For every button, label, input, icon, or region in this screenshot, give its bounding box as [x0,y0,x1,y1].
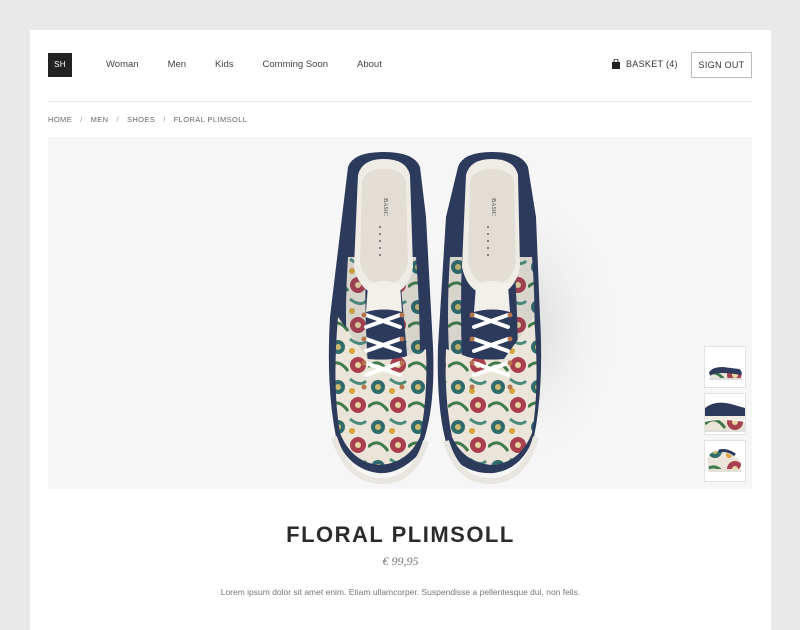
page-card: SH Woman Men Kids Comming Soon About BAS… [30,30,771,630]
basket-link[interactable]: BASKET (4) [611,59,678,69]
breadcrumb: HOME / MEN / SHOES / FLORAL PLIMSOLL [48,115,247,124]
breadcrumb-separator: / [163,115,166,124]
nav-item-men[interactable]: Men [168,59,186,70]
thumbnail-3[interactable] [704,440,746,482]
thumbnail-1[interactable] [704,346,746,388]
thumbnail-strip [704,346,746,487]
breadcrumb-current: FLORAL PLIMSOLL [173,115,248,124]
product-description: Lorem ipsum dolor sit amet enim. Etiam u… [220,587,581,597]
nav-item-coming-soon[interactable]: Comming Soon [263,59,328,70]
svg-text:BASIC: BASIC [382,198,388,216]
sign-out-button[interactable]: SIGN OUT [691,52,752,78]
product-image: BASIC BASIC [328,152,628,485]
nav-item-woman[interactable]: Woman [106,59,139,70]
nav-item-about[interactable]: About [357,59,382,70]
main-nav: Woman Men Kids Comming Soon About [106,59,411,70]
left-shoe: BASIC [328,152,434,485]
svg-text:BASIC: BASIC [490,198,496,216]
logo[interactable]: SH [48,53,72,77]
breadcrumb-home[interactable]: HOME [48,115,72,124]
header-divider [48,101,752,102]
breadcrumb-men[interactable]: MEN [91,115,109,124]
nav-item-kids[interactable]: Kids [215,59,233,70]
basket-label: BASKET (4) [626,59,678,69]
product-price: € 99,95 [382,554,419,568]
product-title: FLORAL PLIMSOLL [286,522,515,547]
shopping-bag-icon [611,59,621,69]
right-shoe: BASIC [437,152,542,485]
product-hero: BASIC BASIC [48,137,752,489]
breadcrumb-separator: / [116,115,119,124]
breadcrumb-shoes[interactable]: SHOES [127,115,155,124]
breadcrumb-separator: / [80,115,83,124]
thumbnail-2[interactable] [704,393,746,435]
